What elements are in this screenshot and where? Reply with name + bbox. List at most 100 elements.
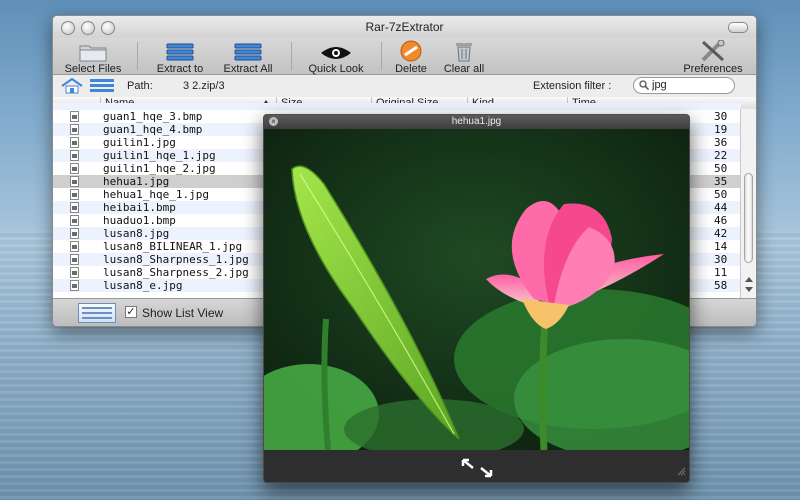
file-name: guan1_hqe_3.bmp bbox=[103, 110, 203, 123]
file-time: 58 bbox=[714, 279, 728, 292]
file-time: 44 bbox=[714, 201, 728, 214]
close-window-button[interactable] bbox=[61, 21, 75, 35]
scroll-down-arrow[interactable] bbox=[745, 287, 753, 292]
image-file-icon bbox=[70, 189, 79, 200]
clear-all-label: Clear all bbox=[443, 63, 485, 75]
image-file-icon bbox=[70, 267, 79, 278]
show-list-view-label: Show List View bbox=[142, 306, 224, 320]
image-file-icon bbox=[70, 176, 79, 187]
file-name: lusan8.jpg bbox=[103, 227, 170, 240]
image-file-icon bbox=[70, 163, 79, 174]
file-name: lusan8_Sharpness_2.jpg bbox=[103, 266, 249, 279]
file-name: lusan8_Sharpness_1.jpg bbox=[103, 253, 249, 266]
quick-look-label: Quick Look bbox=[308, 63, 364, 75]
search-icon bbox=[639, 80, 650, 93]
file-name: guilin1.jpg bbox=[103, 136, 176, 149]
file-time: 35 bbox=[714, 175, 728, 188]
toolbar-separator bbox=[381, 42, 382, 70]
file-name: huaduo1.bmp bbox=[103, 214, 176, 227]
file-time: 14 bbox=[714, 240, 728, 253]
toolbar-separator bbox=[291, 42, 292, 70]
close-icon[interactable]: × bbox=[269, 117, 278, 126]
file-name: guan1_hqe_4.bmp bbox=[103, 123, 203, 136]
file-time: 11 bbox=[714, 266, 728, 279]
file-time: 36 bbox=[714, 136, 728, 149]
image-file-icon bbox=[70, 150, 79, 161]
file-time: 42 bbox=[714, 227, 728, 240]
file-time: 30 bbox=[714, 110, 728, 123]
eye-icon bbox=[301, 40, 371, 62]
file-time: 50 bbox=[714, 162, 728, 175]
window-titlebar[interactable]: Rar-7zExtrator bbox=[53, 16, 756, 38]
file-time: 22 bbox=[714, 149, 728, 162]
show-list-view-checkbox[interactable]: ✓ bbox=[125, 306, 137, 318]
stack-icon bbox=[215, 40, 281, 62]
home-icon[interactable] bbox=[61, 77, 83, 97]
select-files-button[interactable]: Select Files bbox=[61, 40, 125, 75]
image-file-icon bbox=[70, 202, 79, 213]
quick-look-footer bbox=[264, 450, 689, 482]
clear-all-button[interactable]: Clear all bbox=[437, 40, 491, 75]
extension-filter-field[interactable] bbox=[633, 77, 735, 94]
image-file-icon bbox=[70, 111, 79, 122]
image-file-icon bbox=[70, 137, 79, 148]
quick-look-titlebar[interactable]: × hehua1.jpg bbox=[264, 115, 689, 129]
toolbar: Select Files Extract to Extract All Quic… bbox=[53, 38, 756, 75]
window-controls bbox=[61, 21, 115, 35]
file-time: 30 bbox=[714, 253, 728, 266]
image-file-icon bbox=[70, 280, 79, 291]
file-name: guilin1_hqe_2.jpg bbox=[103, 162, 216, 175]
trash-icon bbox=[437, 40, 491, 62]
extract-all-button[interactable]: Extract All bbox=[215, 40, 281, 75]
table-row-partial[interactable] bbox=[53, 103, 741, 110]
toolbar-separator bbox=[137, 42, 138, 70]
lotus-preview-image bbox=[264, 129, 689, 464]
path-value: 3 2.zip/3 bbox=[183, 80, 225, 92]
stack-icon bbox=[147, 40, 213, 62]
vertical-scrollbar[interactable] bbox=[740, 109, 756, 298]
file-time: 50 bbox=[714, 188, 728, 201]
preferences-button[interactable]: Preferences bbox=[677, 40, 749, 75]
list-view-button[interactable] bbox=[78, 303, 116, 323]
quick-look-title: hehua1.jpg bbox=[451, 116, 502, 127]
file-name: lusan8_BILINEAR_1.jpg bbox=[103, 240, 243, 253]
scroll-up-arrow[interactable] bbox=[745, 277, 753, 282]
fullscreen-icon[interactable] bbox=[461, 458, 493, 481]
file-time: 46 bbox=[714, 214, 728, 227]
zoom-window-button[interactable] bbox=[101, 21, 115, 35]
image-file-icon bbox=[70, 241, 79, 252]
delete-label: Delete bbox=[395, 63, 427, 75]
file-name: lusan8_e.jpg bbox=[103, 279, 183, 292]
toolbar-toggle-button[interactable] bbox=[728, 22, 748, 33]
file-name: guilin1_hqe_1.jpg bbox=[103, 149, 216, 162]
minimize-window-button[interactable] bbox=[81, 21, 95, 35]
select-files-label: Select Files bbox=[64, 63, 122, 75]
list-view-icon bbox=[82, 307, 112, 319]
image-file-icon bbox=[70, 254, 79, 265]
delete-icon bbox=[389, 40, 433, 62]
image-file-icon bbox=[70, 124, 79, 135]
folder-icon bbox=[61, 40, 125, 62]
delete-button[interactable]: Delete bbox=[389, 40, 433, 75]
tools-icon bbox=[677, 40, 749, 62]
extract-all-label: Extract All bbox=[223, 63, 273, 75]
scrollbar-thumb[interactable] bbox=[744, 173, 753, 263]
window-title: Rar-7zExtrator bbox=[365, 20, 444, 34]
image-file-icon bbox=[70, 215, 79, 226]
resize-grip-icon[interactable] bbox=[676, 466, 686, 479]
path-bar: Path: 3 2.zip/3 Extension filter : bbox=[53, 75, 756, 98]
preferences-label: Preferences bbox=[683, 63, 743, 75]
extract-to-label: Extract to bbox=[156, 63, 204, 75]
quick-look-panel: × hehua1.jpg bbox=[263, 114, 690, 483]
extension-filter-input[interactable] bbox=[652, 78, 728, 92]
list-icon[interactable] bbox=[89, 78, 115, 97]
image-file-icon bbox=[70, 228, 79, 239]
extract-to-button[interactable]: Extract to bbox=[147, 40, 213, 75]
file-name: heibai1.bmp bbox=[103, 201, 176, 214]
file-name: hehua1_hqe_1.jpg bbox=[103, 188, 209, 201]
path-label: Path: bbox=[127, 80, 153, 92]
extension-filter-label: Extension filter : bbox=[533, 80, 612, 92]
file-name: hehua1.jpg bbox=[103, 175, 170, 188]
file-time: 19 bbox=[714, 123, 728, 136]
quick-look-button[interactable]: Quick Look bbox=[301, 40, 371, 75]
